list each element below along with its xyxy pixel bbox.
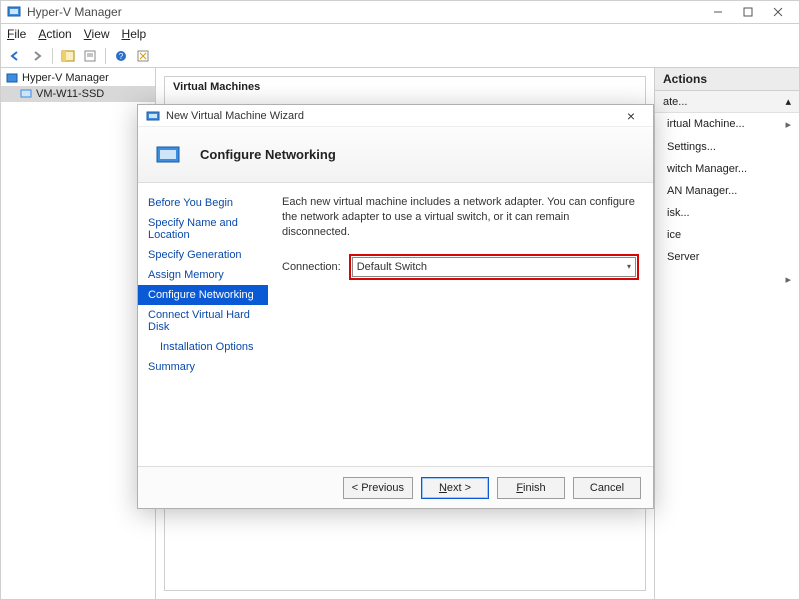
show-hide-tree-button[interactable] xyxy=(58,46,78,66)
toolbar-sep xyxy=(105,48,106,64)
menu-help[interactable]: Help xyxy=(122,27,147,41)
wizard-close-button[interactable]: × xyxy=(617,108,645,124)
action-disk[interactable]: isk... xyxy=(655,202,799,224)
actions-pane: Actions ate... ▴ irtual Machine...▸ Sett… xyxy=(654,68,799,599)
step-specify-generation[interactable]: Specify Generation xyxy=(138,245,268,265)
wizard-titlebar: New Virtual Machine Wizard × xyxy=(138,105,653,127)
previous-button[interactable]: < Previous xyxy=(343,477,413,499)
window-title: Hyper-V Manager xyxy=(27,5,703,19)
next-button[interactable]: Next > xyxy=(421,477,489,499)
step-before-you-begin[interactable]: Before You Begin xyxy=(138,193,268,213)
wizard-content: Each new virtual machine includes a netw… xyxy=(268,183,653,466)
wizard-buttons: < Previous Next > Finish Cancel xyxy=(138,466,653,508)
step-connect-vhd[interactable]: Connect Virtual Hard Disk xyxy=(138,305,268,337)
wizard-body: Before You Begin Specify Name and Locati… xyxy=(138,183,653,466)
cancel-button[interactable]: Cancel xyxy=(573,477,641,499)
step-specify-name[interactable]: Specify Name and Location xyxy=(138,213,268,245)
action-ice[interactable]: ice xyxy=(655,224,799,246)
actions-header: Actions xyxy=(655,68,799,91)
help-button[interactable]: ? xyxy=(111,46,131,66)
wizard-banner-title: Configure Networking xyxy=(200,147,336,162)
wizard-desc: Each new virtual machine includes a netw… xyxy=(282,195,639,240)
connection-value: Default Switch xyxy=(357,261,427,273)
wizard-steps: Before You Begin Specify Name and Locati… xyxy=(138,183,268,466)
wizard-banner-icon xyxy=(156,144,182,166)
wizard-banner: Configure Networking xyxy=(138,127,653,183)
svg-text:?: ? xyxy=(119,52,124,61)
menu-file[interactable]: FFileile xyxy=(7,27,26,41)
tree-root-label: Hyper-V Manager xyxy=(22,72,109,84)
toolbar: ? xyxy=(0,44,800,68)
menu-view[interactable]: View xyxy=(84,27,110,41)
chevron-down-icon: ▾ xyxy=(627,262,631,271)
wizard-icon xyxy=(146,109,160,123)
menu-action[interactable]: Action xyxy=(38,27,71,41)
refresh-button[interactable] xyxy=(133,46,153,66)
step-configure-networking[interactable]: Configure Networking xyxy=(138,285,268,305)
properties-button[interactable] xyxy=(80,46,100,66)
action-san-manager[interactable]: AN Manager... xyxy=(655,180,799,202)
connection-highlight: Default Switch ▾ xyxy=(349,254,639,280)
maximize-button[interactable] xyxy=(733,3,763,21)
server-icon xyxy=(5,72,19,84)
host-icon xyxy=(19,88,33,100)
menubar: FFileile Action View Help xyxy=(0,24,800,44)
back-button[interactable] xyxy=(5,46,25,66)
new-vm-wizard-dialog: New Virtual Machine Wizard × Configure N… xyxy=(137,104,654,509)
step-installation-options[interactable]: Installation Options xyxy=(138,337,268,357)
tree-root[interactable]: Hyper-V Manager xyxy=(1,70,155,86)
collapse-icon: ▴ xyxy=(785,95,791,108)
finish-button[interactable]: Finish xyxy=(497,477,565,499)
action-settings[interactable]: Settings... xyxy=(655,136,799,158)
actions-sub-label: ate... xyxy=(663,96,687,108)
chevron-right-icon: ▸ xyxy=(785,118,791,131)
action-server[interactable]: Server xyxy=(655,246,799,268)
toolbar-sep xyxy=(52,48,53,64)
vm-section-title: Virtual Machines xyxy=(173,81,637,93)
connection-row: Connection: Default Switch ▾ xyxy=(282,254,639,280)
connection-label: Connection: xyxy=(282,261,341,273)
app-icon xyxy=(7,5,21,19)
step-summary[interactable]: Summary xyxy=(138,357,268,377)
connection-dropdown[interactable]: Default Switch ▾ xyxy=(352,257,636,277)
forward-button[interactable] xyxy=(27,46,47,66)
step-assign-memory[interactable]: Assign Memory xyxy=(138,265,268,285)
action-new-vm[interactable]: irtual Machine...▸ xyxy=(655,113,799,136)
action-more[interactable]: ▸ xyxy=(655,268,799,291)
minimize-button[interactable] xyxy=(703,3,733,21)
actions-subheader[interactable]: ate... ▴ xyxy=(655,91,799,113)
wizard-title: New Virtual Machine Wizard xyxy=(166,110,617,122)
action-switch-manager[interactable]: witch Manager... xyxy=(655,158,799,180)
nav-tree: Hyper-V Manager VM-W11-SSD xyxy=(1,68,156,599)
tree-vm[interactable]: VM-W11-SSD xyxy=(1,86,155,102)
window-titlebar: Hyper-V Manager xyxy=(0,0,800,24)
tree-vm-label: VM-W11-SSD xyxy=(36,88,104,100)
close-button[interactable] xyxy=(763,3,793,21)
chevron-right-icon: ▸ xyxy=(785,273,791,286)
